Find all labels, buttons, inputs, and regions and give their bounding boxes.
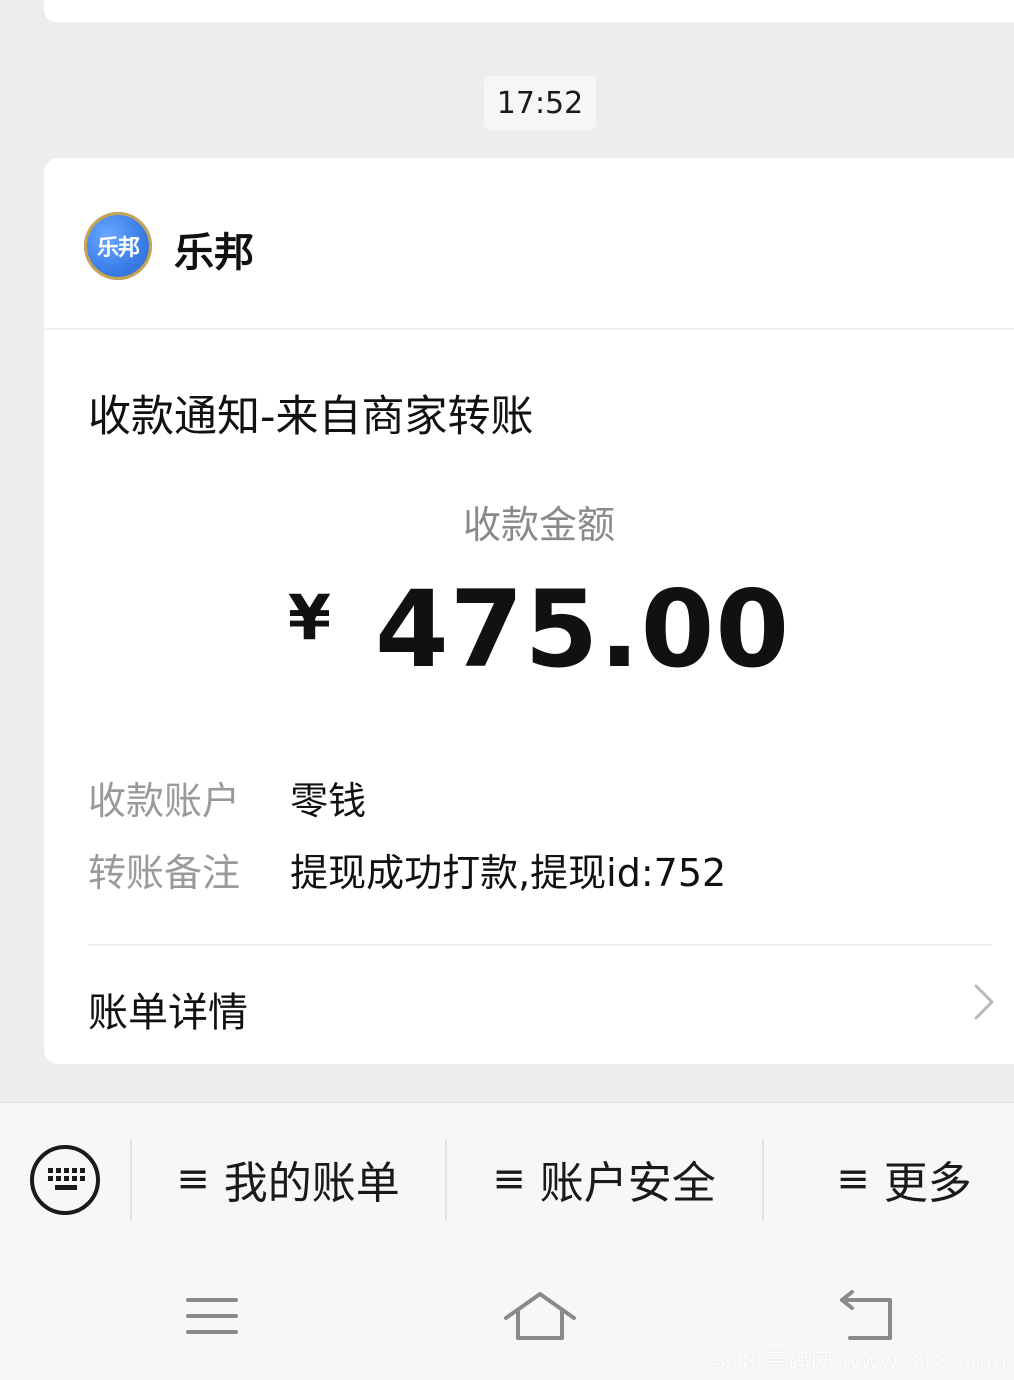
bill-details-link[interactable]: 账单详情	[44, 946, 1014, 1064]
watermark: 318 音码网 www.318.com	[712, 1350, 1008, 1375]
menu-separator	[445, 1139, 447, 1221]
menu-item-more[interactable]: ≡ 更多	[764, 1137, 1014, 1221]
menu-item-label: 账户安全	[539, 1158, 716, 1209]
home-icon[interactable]	[500, 1288, 580, 1348]
detail-value: 提现成功打款,提现id:752	[290, 851, 727, 895]
merchant-header[interactable]: 乐邦 乐邦	[44, 158, 1014, 330]
keyboard-icon[interactable]	[28, 1143, 102, 1217]
notification-title: 收款通知-来自商家转账	[88, 392, 534, 442]
detail-key: 转账备注	[88, 851, 241, 895]
merchant-name: 乐邦	[174, 230, 254, 276]
menu-list-icon: ≡	[492, 1156, 526, 1202]
message-timestamp: 17:52	[484, 76, 596, 130]
menu-item-my-bills[interactable]: ≡ 我的账单	[132, 1137, 444, 1221]
previous-message-card	[44, 0, 1014, 22]
detail-row-account: 收款账户 零钱	[88, 770, 366, 825]
payment-notification-card[interactable]: 乐邦 乐邦 收款通知-来自商家转账 收款金额 ¥ 475.00 收款账户 零钱 …	[44, 158, 1014, 1064]
back-icon[interactable]	[830, 1288, 910, 1348]
official-account-menu-bar: ≡ 我的账单 ≡ 账户安全 ≡ 更多	[0, 1102, 1014, 1253]
currency-symbol: ¥	[287, 581, 332, 654]
detail-key: 收款账户	[88, 779, 241, 823]
amount-display: ¥ 475.00	[44, 568, 1014, 691]
menu-item-label: 更多	[883, 1158, 972, 1209]
amount-label: 收款金额	[462, 503, 615, 547]
menu-item-account-security[interactable]: ≡ 账户安全	[448, 1137, 760, 1221]
detail-value: 零钱	[290, 779, 367, 823]
menu-list-icon: ≡	[836, 1156, 870, 1202]
menu-icon[interactable]	[172, 1288, 252, 1348]
bill-details-label: 账单详情	[88, 990, 248, 1036]
detail-row-remark: 转账备注 提现成功打款,提现id:752	[88, 842, 726, 897]
merchant-logo: 乐邦	[84, 212, 152, 280]
chevron-right-icon	[974, 984, 994, 1020]
menu-item-label: 我的账单	[223, 1158, 400, 1209]
amount-value: 475.00	[375, 568, 791, 691]
menu-list-icon: ≡	[176, 1156, 210, 1202]
